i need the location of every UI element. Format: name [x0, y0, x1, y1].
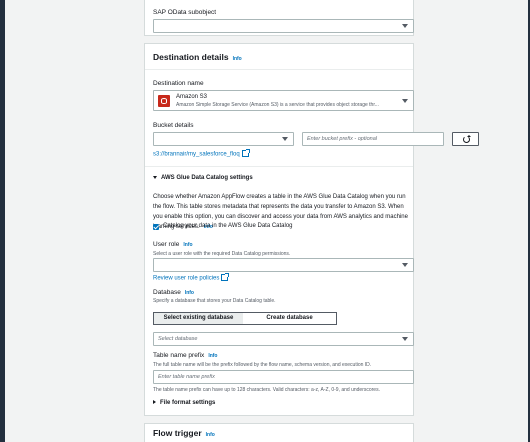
chevron-down-icon	[402, 98, 408, 103]
chevron-down-icon	[402, 24, 408, 28]
chevron-down-icon	[282, 137, 288, 141]
table-prefix-hint: The table name prefix can have up to 128…	[153, 387, 380, 393]
caret-down-icon	[153, 175, 157, 179]
review-policies-link[interactable]: Review user role policies	[153, 273, 230, 282]
destination-name-select[interactable]: Amazon S3 Amazon Simple Storage Service …	[153, 90, 414, 111]
destination-name-value: Amazon S3	[176, 94, 208, 100]
glue-catalog-checkbox-label[interactable]: Catalog your data in the AWS Glue Data C…	[163, 223, 293, 229]
table-prefix-header: Table name prefix Info	[153, 352, 217, 359]
create-database-tab[interactable]: Create database	[243, 312, 337, 325]
refresh-button[interactable]	[452, 132, 479, 146]
database-description: Specify a database that stores your Data…	[153, 298, 276, 304]
flow-trigger-panel: Flow trigger Info	[144, 423, 414, 442]
subobject-select[interactable]	[153, 19, 414, 33]
file-format-toggle[interactable]: File format settings	[153, 400, 215, 406]
table-prefix-info-link[interactable]: Info	[208, 353, 217, 359]
subobject-label: SAP OData subobject	[153, 9, 217, 16]
destination-name-description: Amazon Simple Storage Service (Amazon S3…	[176, 102, 379, 108]
glue-section-toggle[interactable]: AWS Glue Data Catalog settings	[153, 175, 253, 181]
destination-title: Destination details	[153, 52, 229, 62]
table-prefix-placeholder: Enter table name prefix	[158, 374, 215, 380]
destination-name-label: Destination name	[153, 80, 204, 87]
external-link-icon	[221, 273, 230, 281]
destination-details-panel: Destination details Info Destination name…	[144, 43, 479, 416]
user-role-header: User role Info	[153, 241, 193, 248]
chevron-down-icon	[402, 337, 408, 341]
divider	[145, 166, 413, 167]
flow-trigger-info-link[interactable]: Info	[206, 432, 215, 438]
external-link-icon	[241, 149, 250, 157]
left-edge-bar	[0, 0, 5, 442]
table-prefix-input[interactable]: Enter table name prefix	[153, 370, 414, 384]
amazon-s3-icon	[158, 95, 170, 107]
user-role-description: Select a user role with the required Dat…	[153, 251, 291, 257]
bucket-prefix-input[interactable]: Enter bucket prefix - optional	[302, 132, 444, 146]
divider	[145, 69, 413, 70]
s3-path-link[interactable]: s3://brannair/my_salesforce_floq	[153, 149, 250, 158]
database-select[interactable]: Select database	[153, 332, 414, 346]
caret-right-icon	[153, 400, 156, 405]
database-select-placeholder: Select database	[158, 336, 198, 342]
review-policies-text: Review user role policies	[153, 275, 220, 282]
bucket-select[interactable]	[153, 132, 294, 146]
refresh-icon	[463, 135, 471, 143]
bucket-prefix-placeholder: Enter bucket prefix - optional	[307, 136, 378, 142]
user-role-label: User role	[153, 241, 180, 248]
database-label: Database	[153, 289, 181, 296]
chevron-down-icon	[402, 263, 408, 267]
s3-path-text: s3://brannair/my_salesforce_floq	[153, 151, 240, 158]
flow-trigger-header: Flow trigger Info	[153, 428, 215, 438]
glue-catalog-checkbox[interactable]	[153, 224, 159, 230]
database-header: Database Info	[153, 289, 194, 296]
database-info-link[interactable]: Info	[185, 290, 194, 296]
bucket-details-label: Bucket details	[153, 122, 194, 129]
file-format-label: File format settings	[160, 400, 216, 406]
flow-trigger-title: Flow trigger	[153, 428, 202, 438]
user-role-select[interactable]	[153, 258, 414, 272]
source-details-panel: SAP OData subobject	[144, 0, 414, 36]
table-prefix-description: The full table name will be the prefix f…	[153, 362, 372, 368]
destination-info-link[interactable]: Info	[233, 56, 242, 62]
select-existing-database-tab[interactable]: Select existing database	[153, 312, 244, 325]
table-prefix-label: Table name prefix	[153, 352, 205, 359]
destination-header: Destination details Info	[153, 52, 242, 62]
glue-section-title: AWS Glue Data Catalog settings	[161, 175, 253, 181]
user-role-info-link[interactable]: Info	[183, 242, 192, 248]
